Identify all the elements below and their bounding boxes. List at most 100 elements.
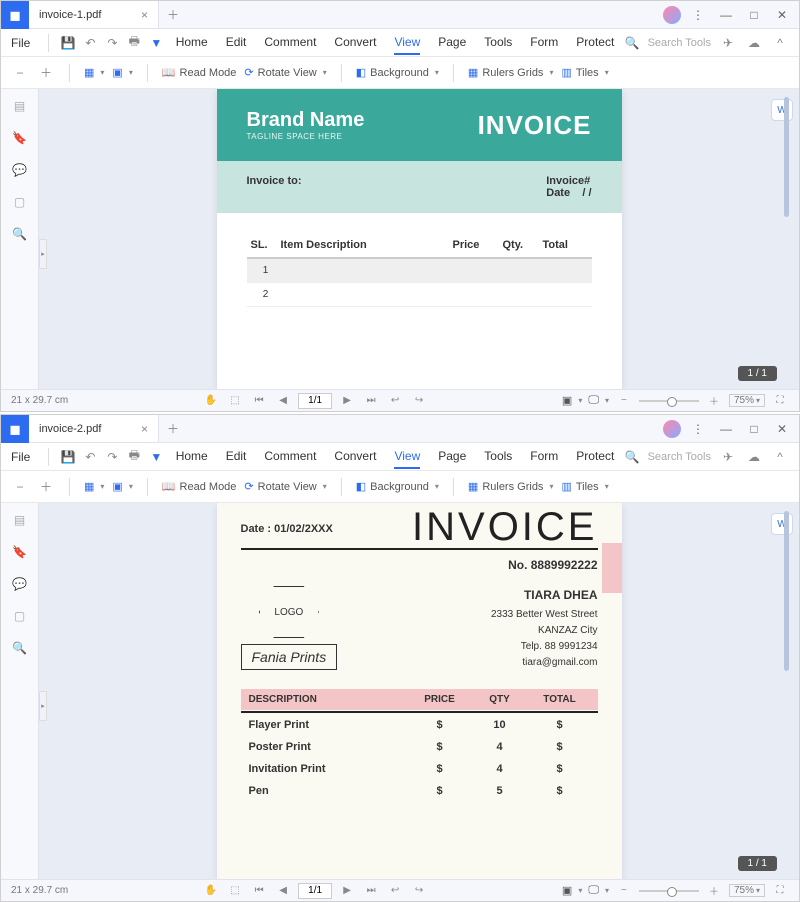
rotate-view-button[interactable]: ⟳Rotate View xyxy=(244,480,326,493)
tab-home[interactable]: Home xyxy=(176,31,208,55)
tab-edit[interactable]: Edit xyxy=(226,445,247,469)
search-icon[interactable]: 🔍 xyxy=(625,36,640,50)
cloud-icon[interactable]: ☁ xyxy=(745,448,763,466)
word-export-icon[interactable]: W xyxy=(771,513,793,535)
tab-view[interactable]: View xyxy=(394,31,420,55)
zoom-level[interactable]: 75% xyxy=(729,884,765,897)
comments-icon[interactable]: 💬 xyxy=(11,575,29,593)
zoom-out-icon[interactable]: − xyxy=(11,478,29,496)
collapse-ribbon-icon[interactable]: ^ xyxy=(771,448,789,466)
redo-icon[interactable]: ↷ xyxy=(103,34,121,52)
tab-comment[interactable]: Comment xyxy=(264,31,316,55)
filter-icon[interactable]: ▼ xyxy=(147,34,165,52)
fullscreen-icon[interactable]: ⛶ xyxy=(771,882,789,900)
zoom-out-icon[interactable]: − xyxy=(11,64,29,82)
user-avatar[interactable] xyxy=(663,420,681,438)
first-page-icon[interactable]: ⏮ xyxy=(250,392,268,410)
zoom-slider[interactable] xyxy=(639,400,699,402)
zoom-in-status-icon[interactable]: ＋ xyxy=(705,882,723,900)
next-view-icon[interactable]: ↪ xyxy=(410,882,428,900)
next-view-icon[interactable]: ↪ xyxy=(410,392,428,410)
search-tools[interactable]: Search Tools xyxy=(648,37,711,49)
minimize-button[interactable]: — xyxy=(715,418,737,440)
zoom-in-icon[interactable]: ＋ xyxy=(37,64,55,82)
document-canvas[interactable]: Date : 01/02/2XXX INVOICE No. 8889992222… xyxy=(39,503,799,879)
search-icon[interactable]: 🔍 xyxy=(625,450,640,464)
comments-icon[interactable]: 💬 xyxy=(11,161,29,179)
document-tab[interactable]: invoice-1.pdf × xyxy=(29,1,159,28)
thumbnails-icon[interactable]: ▤ xyxy=(11,511,29,529)
tab-protect[interactable]: Protect xyxy=(576,445,614,469)
close-tab-icon[interactable]: × xyxy=(141,422,148,436)
cloud-icon[interactable]: ☁ xyxy=(745,34,763,52)
hand-tool-icon[interactable]: ✋ xyxy=(202,392,220,410)
prev-view-icon[interactable]: ↩ xyxy=(386,392,404,410)
tab-view[interactable]: View xyxy=(394,445,420,469)
display-mode-dropdown[interactable]: 🖵 xyxy=(588,394,609,407)
more-icon[interactable]: ⋮ xyxy=(687,418,709,440)
tab-home[interactable]: Home xyxy=(176,445,208,469)
tab-tools[interactable]: Tools xyxy=(484,445,512,469)
more-icon[interactable]: ⋮ xyxy=(687,4,709,26)
first-page-icon[interactable]: ⏮ xyxy=(250,882,268,900)
tab-edit[interactable]: Edit xyxy=(226,31,247,55)
read-mode-button[interactable]: 📖Read Mode xyxy=(162,480,237,493)
document-canvas[interactable]: Brand Name TAGLINE SPACE HERE INVOICE In… xyxy=(39,89,799,389)
display-mode-dropdown[interactable]: 🖵 xyxy=(588,884,609,897)
next-page-icon[interactable]: ▶ xyxy=(338,392,356,410)
prev-page-icon[interactable]: ◀ xyxy=(274,392,292,410)
app-logo[interactable]: ◼ xyxy=(1,1,29,29)
prev-page-icon[interactable]: ◀ xyxy=(274,882,292,900)
filter-icon[interactable]: ▼ xyxy=(147,448,165,466)
tab-form[interactable]: Form xyxy=(530,31,558,55)
fit-dropdown[interactable]: ▣ xyxy=(112,480,132,493)
search-tools[interactable]: Search Tools xyxy=(648,451,711,463)
select-tool-icon[interactable]: ⬚ xyxy=(226,392,244,410)
hand-tool-icon[interactable]: ✋ xyxy=(202,882,220,900)
maximize-button[interactable]: □ xyxy=(743,4,765,26)
maximize-button[interactable]: □ xyxy=(743,418,765,440)
tab-protect[interactable]: Protect xyxy=(576,31,614,55)
rulers-grids-button[interactable]: ▦Rulers Grids xyxy=(468,66,554,79)
minimize-button[interactable]: — xyxy=(715,4,737,26)
tiles-button[interactable]: ▥Tiles xyxy=(561,480,608,493)
last-page-icon[interactable]: ⏭ xyxy=(362,392,380,410)
last-page-icon[interactable]: ⏭ xyxy=(362,882,380,900)
zoom-out-status-icon[interactable]: − xyxy=(615,392,633,410)
read-mode-button[interactable]: 📖Read Mode xyxy=(162,66,237,79)
tab-comment[interactable]: Comment xyxy=(264,445,316,469)
word-export-icon[interactable]: W xyxy=(771,99,793,121)
tab-page[interactable]: Page xyxy=(438,31,466,55)
redo-icon[interactable]: ↷ xyxy=(103,448,121,466)
print-icon[interactable]: 🖶 xyxy=(125,34,143,52)
next-page-icon[interactable]: ▶ xyxy=(338,882,356,900)
vertical-scrollbar[interactable] xyxy=(784,97,789,381)
send-icon[interactable]: ✈ xyxy=(719,34,737,52)
file-menu[interactable]: File xyxy=(11,36,30,50)
tab-convert[interactable]: Convert xyxy=(334,31,376,55)
page-input[interactable] xyxy=(298,393,332,409)
vertical-scrollbar[interactable] xyxy=(784,511,789,871)
close-tab-icon[interactable]: × xyxy=(141,8,148,22)
zoom-out-status-icon[interactable]: − xyxy=(615,882,633,900)
attachments-icon[interactable]: ▢ xyxy=(11,607,29,625)
bookmarks-icon[interactable]: 🔖 xyxy=(11,543,29,561)
prev-view-icon[interactable]: ↩ xyxy=(386,882,404,900)
user-avatar[interactable] xyxy=(663,6,681,24)
search-panel-icon[interactable]: 🔍 xyxy=(11,225,29,243)
tab-convert[interactable]: Convert xyxy=(334,445,376,469)
background-button[interactable]: ◧Background xyxy=(356,66,439,79)
document-tab[interactable]: invoice-2.pdf × xyxy=(29,415,159,442)
rulers-grids-button[interactable]: ▦Rulers Grids xyxy=(468,480,554,493)
search-panel-icon[interactable]: 🔍 xyxy=(11,639,29,657)
close-button[interactable]: ✕ xyxy=(771,418,793,440)
zoom-slider[interactable] xyxy=(639,890,699,892)
save-icon[interactable]: 💾 xyxy=(59,34,77,52)
send-icon[interactable]: ✈ xyxy=(719,448,737,466)
undo-icon[interactable]: ↶ xyxy=(81,448,99,466)
tiles-button[interactable]: ▥Tiles xyxy=(561,66,608,79)
rotate-view-button[interactable]: ⟳Rotate View xyxy=(244,66,326,79)
attachments-icon[interactable]: ▢ xyxy=(11,193,29,211)
zoom-in-status-icon[interactable]: ＋ xyxy=(705,392,723,410)
zoom-level[interactable]: 75% xyxy=(729,394,765,407)
